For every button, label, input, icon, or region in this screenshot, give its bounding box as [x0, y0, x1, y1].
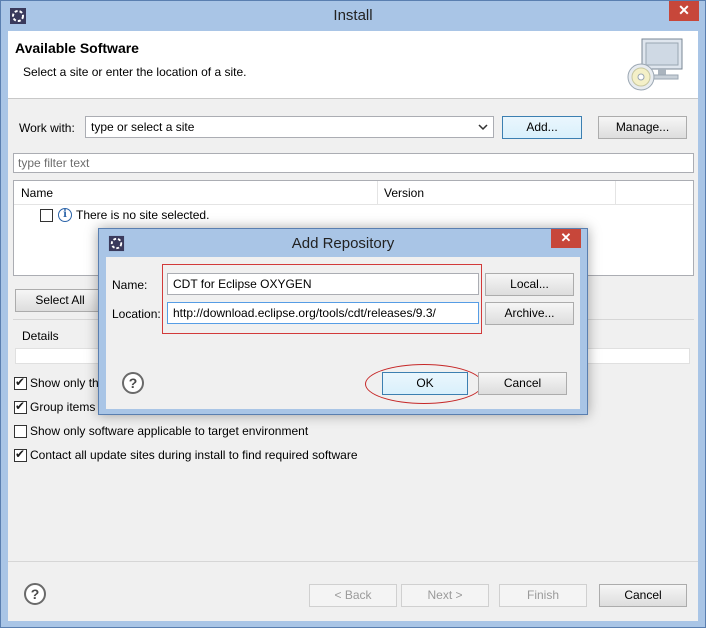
- select-all-button[interactable]: Select All: [15, 289, 105, 312]
- footer-divider: [8, 561, 698, 562]
- name-field[interactable]: CDT for Eclipse OXYGEN: [167, 273, 479, 295]
- help-icon[interactable]: ?: [24, 583, 46, 605]
- finish-button[interactable]: Finish: [499, 584, 587, 607]
- back-button[interactable]: < Back: [309, 584, 397, 607]
- work-with-combo[interactable]: type or select a site: [85, 116, 494, 138]
- next-button[interactable]: Next >: [401, 584, 489, 607]
- chevron-down-icon[interactable]: [476, 119, 490, 135]
- details-label: Details: [22, 329, 59, 343]
- column-divider[interactable]: [377, 181, 378, 205]
- option-label: Contact all update sites during install …: [30, 448, 358, 462]
- tree-header: Name Version: [14, 181, 693, 205]
- dialog-close-button[interactable]: ✕: [551, 229, 581, 248]
- window-close-button[interactable]: ✕: [669, 1, 699, 21]
- add-button[interactable]: Add...: [502, 116, 582, 139]
- page-subtitle: Select a site or enter the location of a…: [23, 65, 247, 79]
- column-version[interactable]: Version: [384, 186, 424, 200]
- page-title: Available Software: [15, 40, 139, 56]
- group-by-category-checkbox[interactable]: [14, 399, 27, 414]
- local-button[interactable]: Local...: [485, 273, 574, 296]
- location-field[interactable]: http://download.eclipse.org/tools/cdt/re…: [167, 302, 479, 324]
- dialog-title: Add Repository: [291, 235, 395, 252]
- column-divider[interactable]: [615, 181, 616, 205]
- add-repository-dialog: Add Repository ✕ Name: CDT for Eclipse O…: [98, 228, 588, 415]
- work-with-placeholder: type or select a site: [91, 120, 195, 134]
- wizard-header: Available Software Select a site or ente…: [8, 31, 698, 99]
- window-title: Install: [333, 7, 373, 24]
- no-site-checkbox[interactable]: [40, 209, 53, 222]
- column-name[interactable]: Name: [21, 186, 53, 200]
- dialog-cancel-button[interactable]: Cancel: [478, 372, 567, 395]
- contact-update-sites-checkbox[interactable]: [14, 447, 27, 462]
- install-software-icon: [627, 38, 683, 91]
- filter-input[interactable]: type filter text: [13, 153, 694, 173]
- install-titlebar[interactable]: Install ✕: [1, 1, 705, 31]
- option-label: Show only software applicable to target …: [30, 424, 309, 438]
- info-icon: i: [58, 208, 72, 222]
- location-label: Location:: [112, 307, 161, 321]
- ok-button[interactable]: OK: [382, 372, 468, 395]
- no-site-message: There is no site selected.: [76, 208, 210, 222]
- work-with-label: Work with:: [19, 121, 75, 135]
- name-label: Name:: [112, 278, 148, 292]
- dialog-client-area: Name: CDT for Eclipse OXYGEN Location: h…: [106, 257, 580, 409]
- help-icon[interactable]: ?: [122, 372, 144, 394]
- cancel-button[interactable]: Cancel: [599, 584, 687, 607]
- manage-button[interactable]: Manage...: [598, 116, 687, 139]
- archive-button[interactable]: Archive...: [485, 302, 574, 325]
- target-environment-checkbox[interactable]: [14, 425, 27, 438]
- latest-versions-checkbox[interactable]: [14, 375, 27, 390]
